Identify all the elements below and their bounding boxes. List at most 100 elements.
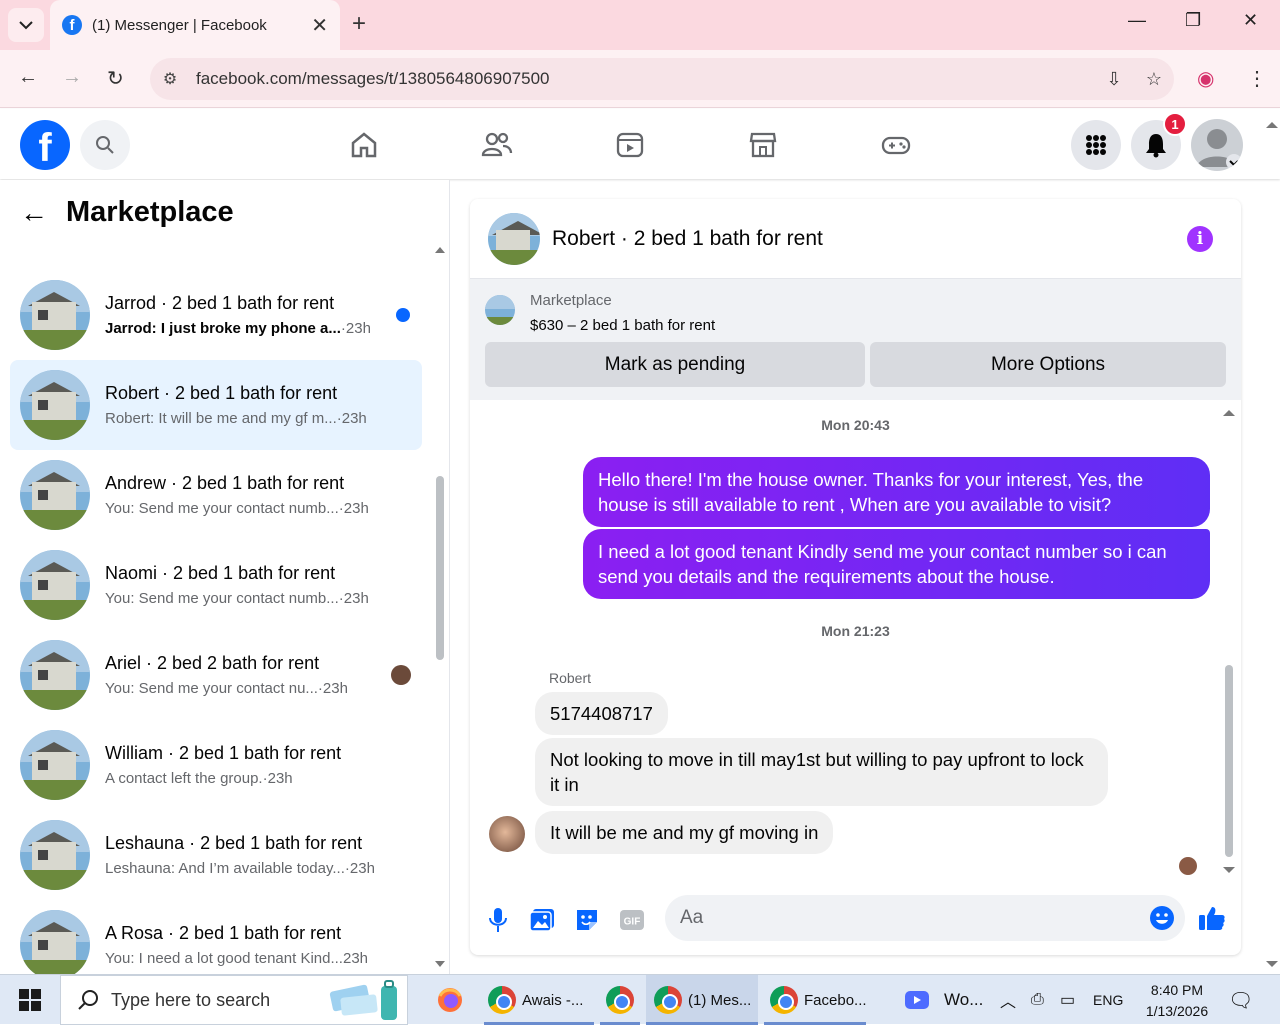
scroll-up-icon[interactable] — [435, 246, 445, 254]
minimize-button[interactable]: — — [1128, 10, 1146, 31]
conversation-item[interactable]: William · 2 bed 1 bath for rent A contac… — [10, 720, 422, 810]
browser-toolbar: ← → ↻ ⚙ facebook.com/messages/t/13805648… — [0, 50, 1280, 108]
back-arrow-icon[interactable]: ← — [18, 66, 38, 89]
sidebar-scrollbar[interactable] — [435, 240, 445, 970]
listing-thumbnail — [20, 730, 90, 800]
timestamp: Mon 20:43 — [821, 417, 890, 433]
new-tab-button[interactable]: + — [352, 10, 366, 38]
home-nav[interactable] — [346, 127, 382, 163]
system-clock[interactable]: 8:40 PM 1/13/2026 — [1137, 980, 1217, 1022]
emoji-icon[interactable] — [1149, 905, 1175, 931]
back-arrow-icon[interactable]: ← — [20, 197, 48, 229]
forward-arrow-icon[interactable]: → — [62, 66, 82, 89]
scroll-up-icon[interactable] — [1223, 409, 1235, 417]
scrollbar-thumb[interactable] — [436, 476, 444, 660]
taskbar-chrome-messenger[interactable]: (1) Mes... — [646, 975, 758, 1025]
chat-listing-thumbnail[interactable] — [488, 212, 540, 265]
incoming-message[interactable]: 5174408717 — [535, 692, 668, 735]
gaming-nav[interactable] — [878, 127, 914, 163]
firefox-icon — [438, 988, 462, 1012]
taskbar-firefox[interactable] — [430, 975, 470, 1025]
conversation-name: Jarrod · 2 bed 1 bath for rent — [105, 293, 335, 313]
outgoing-message[interactable]: Hello there! I'm the house owner. Thanks… — [583, 457, 1210, 527]
taskbar-item-label: Awais -... — [522, 991, 584, 1009]
browser-tab[interactable]: f (1) Messenger | Facebook ✕ — [50, 0, 340, 50]
incoming-message[interactable]: Not looking to move in till may1st but w… — [535, 738, 1108, 806]
outgoing-message[interactable]: I need a lot good tenant Kindly send me … — [583, 529, 1210, 599]
seen-avatar — [391, 665, 411, 685]
restore-button[interactable]: ❐ — [1185, 10, 1201, 31]
marketplace-listing-bar: Marketplace $630 – 2 bed 1 bath for rent… — [470, 279, 1241, 400]
gif-button[interactable]: GIF — [617, 905, 647, 935]
scroll-down-icon[interactable] — [1223, 866, 1235, 874]
close-tab-icon[interactable]: ✕ — [311, 13, 328, 38]
notification-center-icon[interactable]: 🗨 — [1228, 975, 1253, 1025]
listing-thumbnail — [20, 820, 90, 890]
voice-clip-button[interactable] — [483, 905, 513, 935]
conversation-snippet: You: Send me your contact numb... ·23h — [105, 590, 369, 607]
start-button[interactable] — [0, 975, 60, 1025]
meet-now-icon[interactable]: ⎙ — [1031, 975, 1044, 1025]
listing-price[interactable]: $630 – 2 bed 1 bath for rent — [530, 317, 715, 334]
address-bar[interactable]: ⚙ facebook.com/messages/t/13805648069075… — [150, 58, 1174, 100]
like-button[interactable] — [1197, 903, 1227, 933]
url-text[interactable]: facebook.com/messages/t/1380564806907500 — [190, 69, 1094, 89]
message-input[interactable]: Aa — [665, 895, 1185, 941]
listing-thumbnail — [20, 550, 90, 620]
friends-nav[interactable] — [479, 127, 515, 163]
chat-header: Robert · 2 bed 1 bath for rent i — [470, 199, 1241, 279]
conversation-name: Andrew · 2 bed 1 bath for rent — [105, 473, 345, 493]
page-scroll-up-icon[interactable] — [1266, 121, 1278, 129]
conversation-snippet: Leshauna: And I’m available today... ·23h — [105, 860, 375, 877]
taskbar-zoom-workplace[interactable]: Wo... — [900, 975, 990, 1025]
listing-thumbnail — [20, 910, 90, 980]
page-scroll-down-icon[interactable] — [1266, 960, 1278, 968]
sender-avatar[interactable] — [489, 816, 525, 852]
scroll-down-icon[interactable] — [435, 960, 445, 968]
avatar-silhouette-icon — [1197, 129, 1242, 170]
conversation-item[interactable]: Leshauna · 2 bed 1 bath for rent Leshaun… — [10, 810, 422, 900]
conversation-item[interactable]: Ariel · 2 bed 2 bath for rent You: Send … — [10, 630, 422, 720]
conversation-item[interactable]: Naomi · 2 bed 1 bath for rent You: Send … — [10, 540, 422, 630]
tab-search-button[interactable] — [8, 8, 44, 42]
mark-as-pending-button[interactable]: Mark as pending — [485, 342, 865, 387]
profile-icon[interactable]: ◉ — [1197, 66, 1214, 91]
scrollbar-thumb[interactable] — [1225, 665, 1233, 857]
install-app-icon[interactable]: ⇩ — [1094, 69, 1134, 90]
chat-title[interactable]: Robert · 2 bed 1 bath for rent — [552, 227, 823, 251]
taskbar-chrome-facebook[interactable]: Facebo... — [764, 975, 867, 1025]
site-settings-icon[interactable]: ⚙ — [150, 69, 190, 89]
network-icon[interactable]: ▭ — [1060, 975, 1075, 1025]
bookmark-star-icon[interactable]: ☆ — [1134, 69, 1174, 90]
facebook-logo[interactable]: f — [20, 120, 70, 170]
clock-time: 8:40 PM — [1150, 982, 1204, 998]
search-button[interactable] — [80, 120, 130, 170]
attach-photo-button[interactable] — [527, 905, 557, 935]
info-icon[interactable]: i — [1187, 226, 1213, 252]
search-icon — [96, 136, 114, 154]
marketplace-nav[interactable] — [745, 127, 781, 163]
show-hidden-icons-chevron-icon[interactable]: ︿ — [1000, 975, 1016, 1025]
menu-button[interactable] — [1071, 120, 1121, 170]
taskbar-chrome-profile[interactable] — [600, 975, 640, 1025]
menu-kebab-icon[interactable]: ⋮ — [1247, 66, 1267, 91]
taskbar-search[interactable]: Type here to search — [60, 975, 408, 1025]
chrome-icon — [770, 986, 798, 1014]
account-avatar[interactable] — [1191, 119, 1243, 171]
conversation-name: A Rosa · 2 bed 1 bath for rent — [105, 923, 342, 943]
conversation-item[interactable]: Robert · 2 bed 1 bath for rent Robert: I… — [10, 360, 422, 450]
bell-icon — [1146, 134, 1166, 158]
home-icon — [351, 132, 377, 158]
language-indicator[interactable]: ENG — [1093, 975, 1123, 1025]
more-options-button[interactable]: More Options — [870, 342, 1226, 387]
conversation-item[interactable]: Jarrod · 2 bed 1 bath for rent Jarrod: I… — [10, 270, 422, 360]
close-window-button[interactable]: ✕ — [1243, 10, 1258, 31]
reload-icon[interactable]: ↻ — [107, 66, 124, 91]
video-nav[interactable] — [612, 127, 648, 163]
sticker-button[interactable] — [572, 905, 602, 935]
windows-taskbar: Type here to search Awais -... (1) Mes..… — [0, 974, 1280, 1025]
taskbar-chrome-awais[interactable]: Awais -... — [484, 975, 594, 1025]
incoming-message[interactable]: It will be me and my gf moving in — [535, 811, 834, 854]
conversation-item[interactable]: Andrew · 2 bed 1 bath for rent You: Send… — [10, 450, 422, 540]
video-call-icon — [905, 991, 929, 1009]
